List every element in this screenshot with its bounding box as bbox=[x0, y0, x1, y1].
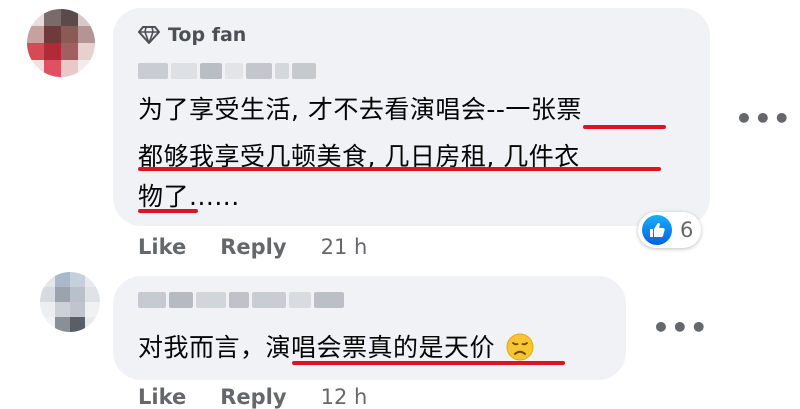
disappointed-face-icon bbox=[506, 333, 534, 361]
red-underline bbox=[138, 209, 198, 213]
like-button[interactable]: Like bbox=[138, 385, 186, 409]
reply-button[interactable]: Reply bbox=[220, 385, 286, 409]
red-underline bbox=[138, 167, 661, 171]
comment-actions: Like Reply 21 h bbox=[138, 235, 367, 259]
author-name[interactable] bbox=[138, 292, 344, 308]
comment-line: 为了享受生活, 才不去看演唱会--一张票 bbox=[138, 95, 582, 124]
avatar[interactable] bbox=[40, 272, 100, 332]
timestamp[interactable]: 12 h bbox=[321, 385, 368, 409]
red-underline bbox=[292, 361, 565, 365]
red-underline bbox=[583, 125, 666, 129]
timestamp[interactable]: 21 h bbox=[321, 235, 368, 259]
author-name[interactable] bbox=[138, 63, 316, 79]
reply-button[interactable]: Reply bbox=[220, 235, 286, 259]
reaction-count[interactable]: 6 bbox=[638, 212, 702, 248]
top-fan-badge: Top fan bbox=[138, 24, 246, 46]
more-options-icon[interactable]: ••• bbox=[735, 105, 792, 133]
reaction-count-value: 6 bbox=[680, 218, 694, 242]
comment-actions: Like Reply 12 h bbox=[138, 385, 367, 409]
avatar[interactable] bbox=[27, 9, 95, 77]
comment-text: 对我而言，演唱会票真的是天价 bbox=[138, 333, 496, 362]
like-button[interactable]: Like bbox=[138, 235, 186, 259]
thumbs-up-icon bbox=[642, 215, 672, 245]
diamond-icon bbox=[138, 26, 160, 44]
more-options-icon[interactable]: ••• bbox=[652, 314, 709, 342]
top-fan-label: Top fan bbox=[168, 24, 247, 46]
